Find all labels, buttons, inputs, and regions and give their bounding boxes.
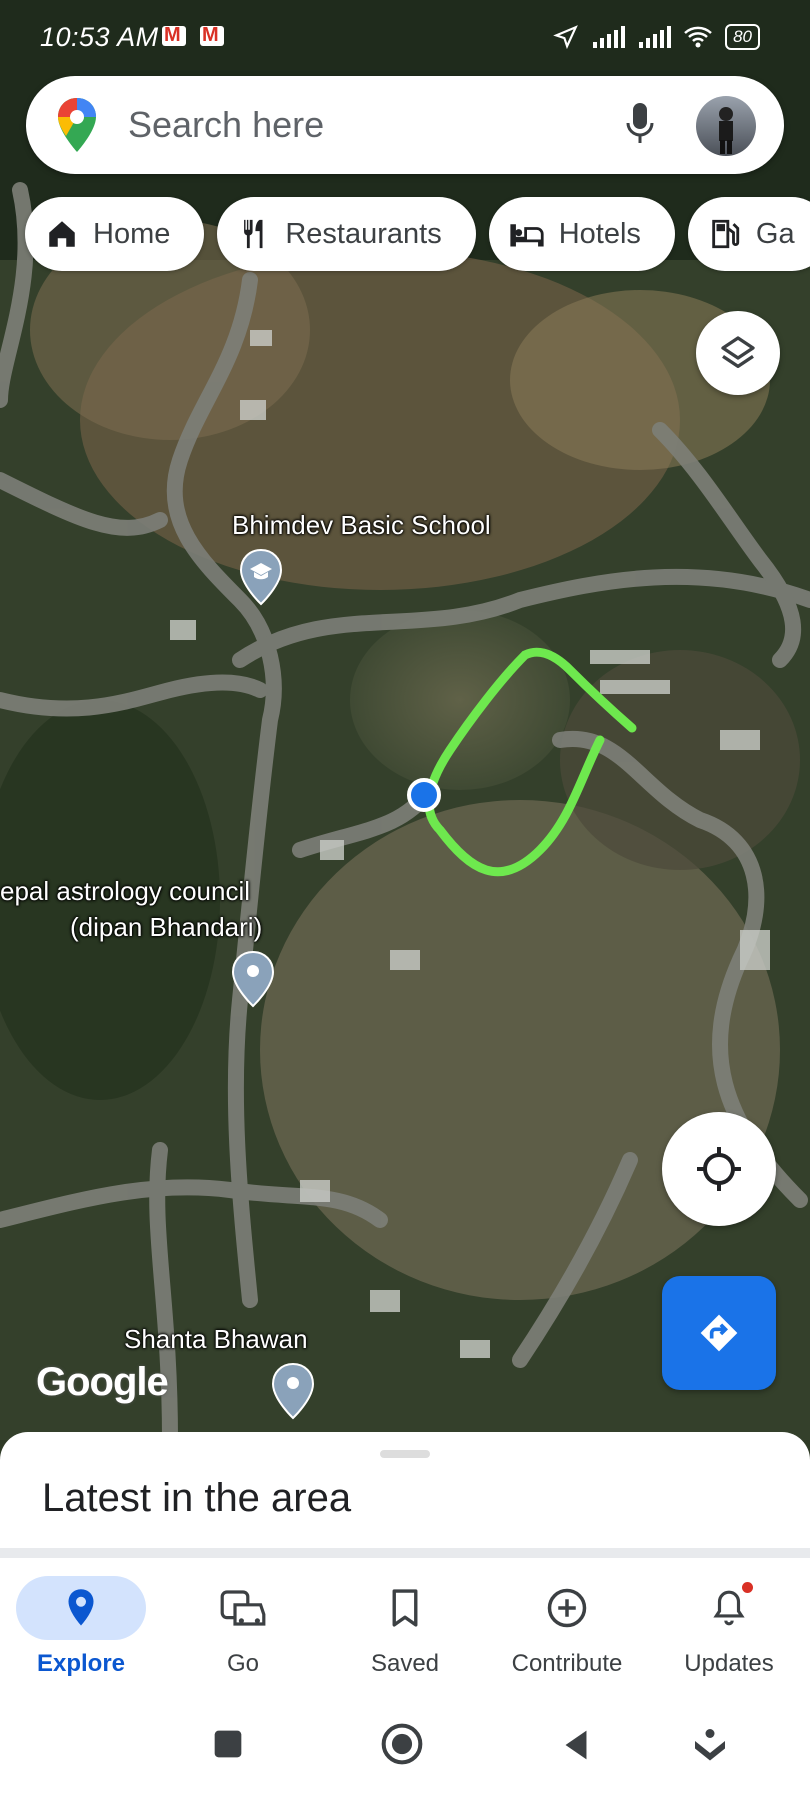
directions-icon — [700, 1314, 738, 1352]
recents-button[interactable] — [212, 1728, 244, 1760]
bell-icon — [659, 1576, 799, 1640]
assistant-button[interactable] — [692, 1724, 728, 1764]
location-dot — [407, 778, 441, 812]
school-pin-icon[interactable] — [238, 548, 284, 608]
chip-label: Hotels — [558, 217, 641, 250]
place-label-school[interactable]: Bhimdev Basic School — [232, 510, 491, 541]
google-maps-logo-icon — [58, 98, 96, 152]
add-circle-icon — [497, 1576, 637, 1640]
bottom-sheet[interactable]: Latest in the area — [0, 1432, 810, 1548]
chip-label: Ga — [755, 217, 795, 250]
nav-label: Go — [226, 1650, 259, 1677]
battery-indicator: 80 — [725, 24, 760, 50]
category-chips: Home Restaurants Hotels Ga — [25, 197, 810, 271]
nav-explore[interactable]: Explore — [11, 1576, 151, 1678]
location-arrow-icon — [553, 25, 578, 50]
gmail-notification-icon — [200, 24, 224, 47]
nav-saved[interactable]: Saved — [335, 1576, 475, 1678]
layers-button[interactable] — [696, 311, 780, 395]
home-button[interactable] — [380, 1722, 424, 1766]
commute-icon — [173, 1576, 313, 1640]
bookmark-icon — [335, 1576, 475, 1640]
chip-home[interactable]: Home — [25, 197, 205, 271]
gas-station-icon — [712, 219, 740, 249]
home-icon — [49, 221, 75, 247]
place-pin-icon[interactable] — [270, 1362, 316, 1422]
directions-button[interactable] — [662, 1276, 776, 1390]
layers-icon — [721, 336, 755, 368]
system-nav-bar — [0, 1688, 810, 1800]
hotel-icon — [510, 224, 544, 247]
nav-label: Contribute — [511, 1650, 623, 1677]
signal-icon — [639, 26, 672, 48]
restaurant-icon — [244, 219, 263, 249]
my-location-button[interactable] — [662, 1112, 776, 1226]
search-bar[interactable]: Search here — [26, 76, 784, 174]
chip-gas[interactable]: Ga — [687, 197, 810, 271]
nav-updates[interactable]: Updates — [659, 1576, 799, 1678]
wifi-icon — [684, 26, 712, 48]
notification-dot — [742, 1582, 753, 1593]
crosshair-icon — [697, 1147, 741, 1191]
place-pin-icon[interactable] — [230, 950, 276, 1010]
divider — [0, 1548, 810, 1558]
sheet-title: Latest in the area — [42, 1476, 352, 1520]
chip-hotels[interactable]: Hotels — [488, 197, 675, 271]
place-label-shanta[interactable]: Shanta Bhawan — [124, 1324, 308, 1355]
place-label-astrology[interactable]: epal astrology council — [0, 876, 250, 907]
google-attribution: Google — [36, 1360, 169, 1404]
mic-icon[interactable] — [626, 101, 654, 147]
nav-go[interactable]: Go — [173, 1576, 313, 1678]
chip-label: Home — [93, 217, 171, 250]
gmail-notification-icon — [162, 24, 186, 47]
place-label-astrology-sub[interactable]: (dipan Bhandari) — [70, 912, 262, 943]
signal-icon — [593, 26, 626, 48]
drag-handle[interactable] — [380, 1450, 430, 1458]
nav-label: Saved — [370, 1650, 440, 1677]
status-time: 10:53 AM — [40, 22, 159, 52]
chip-restaurants[interactable]: Restaurants — [217, 197, 476, 271]
nav-contribute[interactable]: Contribute — [497, 1576, 637, 1678]
avatar[interactable] — [696, 96, 756, 156]
nav-label: Explore — [36, 1650, 126, 1677]
bottom-nav: Explore Go Saved Contribute Updates — [0, 1558, 810, 1688]
chip-label: Restaurants — [285, 217, 442, 250]
status-bar: 10:53 AM 80 — [0, 0, 810, 80]
nav-label: Updates — [684, 1650, 774, 1677]
search-input[interactable]: Search here — [128, 104, 324, 146]
explore-pin-icon — [16, 1576, 146, 1640]
